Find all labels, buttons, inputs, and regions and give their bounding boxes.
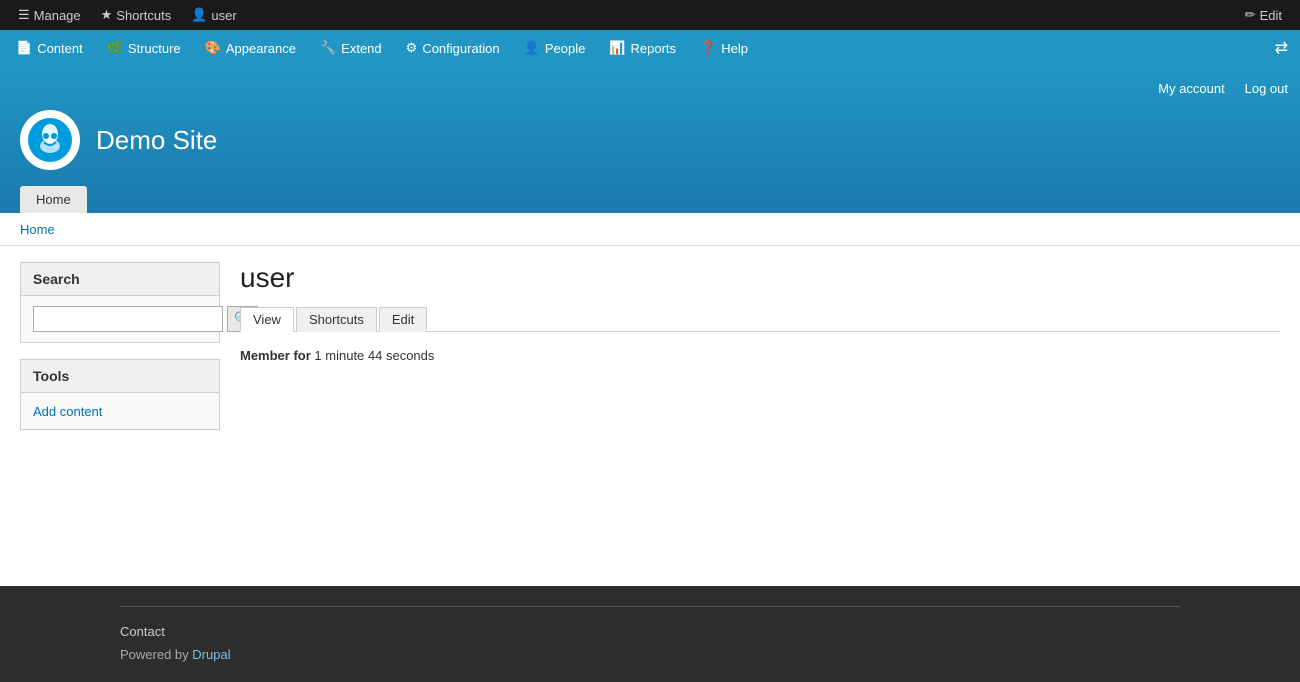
edit-label: Edit bbox=[1260, 8, 1282, 23]
nav-item-extend[interactable]: 🔧 Extend bbox=[308, 30, 394, 66]
footer-contact: Contact bbox=[120, 623, 1180, 639]
nav-right: ⇄ bbox=[1267, 38, 1296, 58]
manage-label: Manage bbox=[34, 8, 81, 23]
footer-inner: Contact Powered by Drupal bbox=[120, 606, 1180, 662]
nav-item-people[interactable]: 👤 People bbox=[512, 30, 598, 66]
configuration-icon: ⚙ bbox=[406, 40, 418, 56]
breadcrumb: Home bbox=[0, 213, 1300, 246]
breadcrumb-home[interactable]: Home bbox=[20, 222, 55, 237]
tab-shortcuts[interactable]: Shortcuts bbox=[296, 307, 377, 332]
primary-nav: Home bbox=[0, 186, 1300, 213]
toolbar-shortcuts[interactable]: ★ Shortcuts bbox=[91, 0, 182, 30]
site-logo[interactable] bbox=[20, 110, 80, 170]
shortcuts-label: Shortcuts bbox=[116, 8, 171, 23]
nav-item-appearance[interactable]: 🎨 Appearance bbox=[193, 30, 308, 66]
help-icon: ❓ bbox=[700, 40, 716, 56]
header-top: My account Log out bbox=[0, 76, 1300, 100]
tools-block-content: Add content bbox=[21, 393, 219, 429]
search-form: 🔍 bbox=[33, 306, 207, 332]
nav-toggle-icon[interactable]: ⇄ bbox=[1275, 38, 1288, 58]
drupal-link[interactable]: Drupal bbox=[192, 647, 230, 662]
tab-edit[interactable]: Edit bbox=[379, 307, 427, 332]
local-tabs: View Shortcuts Edit bbox=[240, 306, 1280, 332]
footer-divider bbox=[120, 606, 1180, 607]
site-branding: Demo Site bbox=[0, 100, 1300, 186]
toolbar-right: ✏ Edit bbox=[1235, 7, 1292, 23]
content: user View Shortcuts Edit Member for 1 mi… bbox=[240, 262, 1280, 530]
drupal-logo-svg bbox=[26, 116, 74, 164]
sidebar: Search 🔍 Tools Add content bbox=[20, 262, 220, 530]
log-out-link[interactable]: Log out bbox=[1245, 81, 1288, 96]
toolbar-manage[interactable]: ☰ Manage bbox=[8, 0, 91, 30]
site-header: My account Log out Demo Site Home bbox=[0, 66, 1300, 213]
site-name[interactable]: Demo Site bbox=[96, 125, 217, 156]
toolbar-edit-button[interactable]: ✏ Edit bbox=[1235, 7, 1292, 23]
extend-icon: 🔧 bbox=[320, 40, 336, 56]
primary-nav-home[interactable]: Home bbox=[20, 186, 87, 213]
toolbar-user[interactable]: 👤 user bbox=[181, 0, 246, 30]
manage-icon: ☰ bbox=[18, 7, 30, 23]
nav-item-structure[interactable]: 🌿 Structure bbox=[95, 30, 193, 66]
edit-pencil-icon: ✏ bbox=[1245, 7, 1256, 23]
page-title: user bbox=[240, 262, 1280, 294]
member-for-label: Member for bbox=[240, 348, 311, 363]
nav-item-help[interactable]: ❓ Help bbox=[688, 30, 760, 66]
tools-block: Tools Add content bbox=[20, 359, 220, 430]
add-content-link[interactable]: Add content bbox=[33, 404, 102, 419]
nav-item-configuration[interactable]: ⚙ Configuration bbox=[394, 30, 512, 66]
appearance-icon: 🎨 bbox=[205, 40, 221, 56]
my-account-link[interactable]: My account bbox=[1158, 81, 1224, 96]
search-block-content: 🔍 bbox=[21, 296, 219, 342]
member-duration: 1 minute 44 seconds bbox=[314, 348, 434, 363]
tab-view[interactable]: View bbox=[240, 307, 294, 332]
nav-menu: 📄 Content 🌿 Structure 🎨 Appearance 🔧 Ext… bbox=[0, 30, 1300, 66]
footer: Contact Powered by Drupal bbox=[0, 586, 1300, 682]
search-block: Search 🔍 bbox=[20, 262, 220, 343]
search-input[interactable] bbox=[33, 306, 223, 332]
contact-link[interactable]: Contact bbox=[120, 624, 165, 639]
powered-by-text: Powered by bbox=[120, 647, 189, 662]
reports-icon: 📊 bbox=[609, 40, 625, 56]
header-links: My account Log out bbox=[1142, 80, 1288, 96]
nav-item-content[interactable]: 📄 Content bbox=[4, 30, 95, 66]
tools-block-title: Tools bbox=[21, 360, 219, 393]
search-block-title: Search bbox=[21, 263, 219, 296]
content-icon: 📄 bbox=[16, 40, 32, 56]
user-label: user bbox=[211, 8, 236, 23]
admin-toolbar: ☰ Manage ★ Shortcuts 👤 user ✏ Edit bbox=[0, 0, 1300, 30]
member-info: Member for 1 minute 44 seconds bbox=[240, 348, 1280, 363]
people-icon: 👤 bbox=[524, 40, 540, 56]
user-icon: 👤 bbox=[191, 7, 207, 23]
structure-icon: 🌿 bbox=[107, 40, 123, 56]
footer-powered: Powered by Drupal bbox=[120, 647, 1180, 662]
main-wrapper: Search 🔍 Tools Add content user View bbox=[0, 246, 1300, 546]
nav-item-reports[interactable]: 📊 Reports bbox=[597, 30, 688, 66]
star-icon: ★ bbox=[101, 7, 113, 23]
